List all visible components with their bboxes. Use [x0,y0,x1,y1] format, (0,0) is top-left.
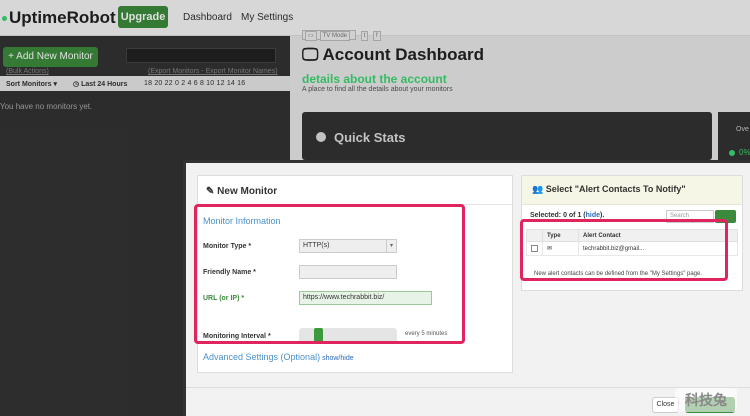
modal-footer-divider [186,387,750,388]
selected-prefix: Selected: 0 of 1 ( [530,212,586,219]
alert-contacts-title: 👥 Select "Alert Contacts To Notify" [532,184,686,195]
modal-title-text: New Monitor [217,186,278,197]
alert-contacts-header: 👥 Select "Alert Contacts To Notify" [522,176,742,205]
advanced-settings-label: Advanced Settings (Optional) [203,352,321,362]
selected-count: Selected: 0 of 1 (hide). [530,212,604,219]
watermark: 科技兔 [675,388,737,412]
advanced-settings: Advanced Settings (Optional) show/hide [203,352,354,362]
edit-icon: ✎ [206,186,218,197]
advanced-show-hide-link[interactable]: show/hide [322,355,354,362]
hide-link[interactable]: hide [586,212,600,219]
users-icon: 👥 [532,184,546,194]
highlight-box-monitor-info [194,204,465,344]
selected-suffix: ). [600,212,605,219]
modal-title: ✎ New Monitor [206,186,277,197]
highlight-box-alert-contacts [520,219,728,281]
alert-contacts-title-text: Select "Alert Contacts To Notify" [545,184,686,194]
